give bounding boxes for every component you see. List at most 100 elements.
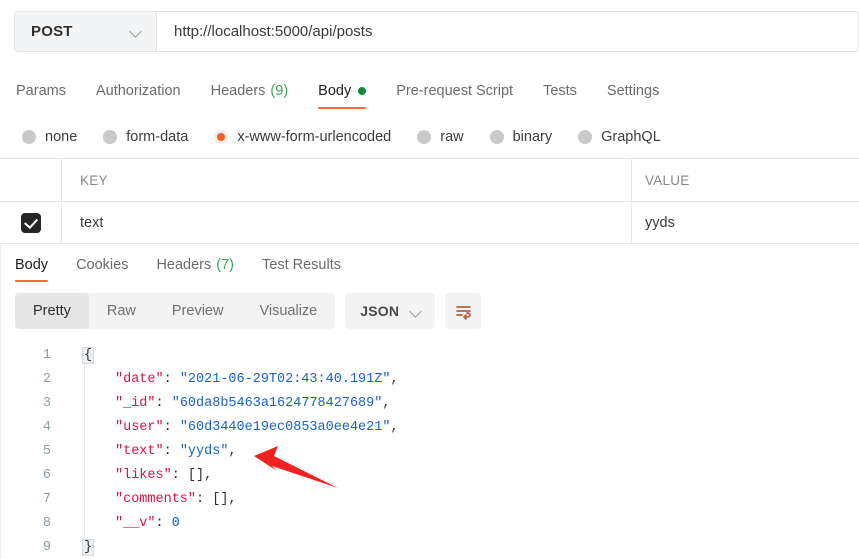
line-number: 2	[42, 371, 51, 387]
body-type-graphql[interactable]: GraphQL	[578, 129, 661, 145]
response-format-label: JSON	[360, 303, 400, 319]
http-method-select[interactable]: POST	[15, 12, 157, 51]
code-line-content: "user": "60d3440e19ec0853a0ee4e21",	[59, 420, 399, 435]
response-view-mode-group: Pretty Raw Preview Visualize	[15, 293, 336, 329]
code-line-content: "likes": [],	[59, 468, 212, 483]
view-mode-pretty[interactable]: Pretty	[15, 293, 89, 329]
response-tabs: Body Cookies Headers (7) Test Results	[1, 245, 859, 285]
code-token: }	[81, 538, 95, 556]
request-url-bar: POST http://localhost:5000/api/posts	[14, 11, 859, 52]
line-number: 3	[42, 395, 51, 411]
code-token: ,	[228, 443, 237, 459]
code-line: 2 "date": "2021-06-29T02:43:40.191Z",	[1, 367, 859, 391]
request-tab-label: Tests	[543, 83, 577, 99]
code-token: ,	[390, 419, 399, 435]
code-token: "60da8b5463a1624778427689"	[171, 395, 383, 411]
code-token: "2021-06-29T02:43:40.191Z"	[179, 371, 391, 387]
response-tab-body[interactable]: Body	[15, 245, 62, 285]
body-type-binary[interactable]: binary	[489, 129, 552, 145]
table-row: text yyds	[0, 202, 859, 244]
code-token: "comments"	[115, 491, 197, 507]
code-token: {	[81, 346, 95, 364]
code-token: "60d3440e19ec0853a0ee4e21"	[179, 419, 391, 435]
code-token: :	[155, 515, 172, 531]
code-token: "likes"	[115, 467, 172, 483]
code-line-content: "date": "2021-06-29T02:43:40.191Z",	[59, 372, 399, 387]
code-token: :	[155, 395, 172, 411]
code-token: "date"	[115, 371, 164, 387]
code-line: 7 "comments": [],	[1, 487, 859, 511]
code-token: "yyds"	[179, 443, 229, 459]
line-number: 7	[42, 491, 51, 507]
row-key-cell[interactable]: text	[62, 202, 632, 243]
form-params-table: KEY VALUE text yyds	[0, 158, 859, 244]
response-format-select[interactable]: JSON	[345, 293, 436, 329]
row-enabled-checkbox[interactable]	[20, 212, 41, 233]
code-line-content: "__v": 0	[59, 516, 180, 531]
response-pane: Body Cookies Headers (7) Test Results Pretty…	[0, 245, 859, 559]
request-tab-settings[interactable]: Settings	[592, 71, 674, 111]
code-token: [],	[187, 467, 213, 483]
code-token: :	[163, 371, 180, 387]
request-tab-pre-request-script[interactable]: Pre-request Script	[381, 71, 528, 111]
code-token: ,	[390, 371, 399, 387]
code-token: 0	[171, 515, 180, 531]
response-tab-label: Cookies	[76, 257, 129, 273]
header-key-cell: KEY	[62, 159, 632, 201]
request-tab-headers[interactable]: Headers (9)	[196, 71, 304, 111]
request-tab-count: (9)	[270, 83, 289, 99]
response-tab-label: Test Results	[262, 257, 341, 273]
body-type-label: none	[45, 129, 78, 145]
view-mode-preview[interactable]: Preview	[154, 293, 242, 329]
code-line-content: {	[59, 346, 95, 364]
body-present-dot-icon	[358, 87, 367, 95]
request-tab-label: Body	[318, 83, 352, 99]
row-value-cell[interactable]: yyds	[632, 202, 859, 243]
request-tab-authorization[interactable]: Authorization	[81, 71, 196, 111]
row-checkbox-cell	[0, 202, 62, 243]
radio-icon	[578, 130, 593, 144]
request-tab-label: Headers	[210, 83, 266, 99]
request-url-input[interactable]: http://localhost:5000/api/posts	[157, 12, 858, 51]
radio-icon	[22, 130, 36, 144]
radio-icon	[417, 130, 432, 144]
code-token: :	[163, 419, 180, 435]
code-token: "user"	[115, 419, 164, 435]
code-line: 5 "text": "yyds",	[1, 439, 859, 463]
radio-icon	[214, 130, 229, 144]
body-type-raw[interactable]: raw	[417, 129, 464, 145]
request-tabs: Params Authorization Headers (9) Body Pre-req…	[0, 71, 859, 111]
request-tab-params[interactable]: Params	[16, 71, 81, 111]
view-mode-raw[interactable]: Raw	[89, 293, 154, 329]
body-type-form-data[interactable]: form-data	[103, 129, 188, 145]
code-line-content: "_id": "60da8b5463a1624778427689",	[59, 396, 390, 411]
body-type-x-www-form-urlencoded[interactable]: x-www-form-urlencoded	[214, 129, 391, 145]
request-tab-body[interactable]: Body	[303, 71, 381, 111]
code-token: [],	[212, 491, 237, 507]
body-type-label: GraphQL	[601, 129, 661, 145]
line-number: 5	[42, 443, 51, 459]
code-token: "_id"	[115, 395, 156, 411]
body-type-label: form-data	[126, 129, 189, 145]
code-line: 4 "user": "60d3440e19ec0853a0ee4e21",	[1, 415, 859, 439]
radio-icon	[103, 130, 118, 144]
request-tab-label: Pre-request Script	[396, 83, 514, 99]
response-body-json[interactable]: 1{2 "date": "2021-06-29T02:43:40.191Z", 3 "…	[1, 343, 859, 559]
body-type-none[interactable]: none	[22, 129, 77, 145]
code-line-content: }	[59, 538, 95, 556]
code-line: 3 "_id": "60da8b5463a1624778427689",	[1, 391, 859, 415]
row-key-text: text	[80, 214, 104, 231]
code-line: 8 "__v": 0	[1, 511, 859, 535]
code-token: :	[196, 491, 213, 507]
response-tab-headers[interactable]: Headers (7)	[142, 245, 248, 285]
response-tab-cookies[interactable]: Cookies	[62, 245, 142, 285]
line-number: 8	[42, 515, 51, 531]
view-mode-visualize[interactable]: Visualize	[241, 293, 335, 329]
response-tab-label: Headers	[156, 257, 212, 273]
code-token: :	[171, 467, 188, 483]
word-wrap-button[interactable]	[445, 293, 482, 329]
column-header-key: KEY	[80, 172, 108, 188]
response-tab-test-results[interactable]: Test Results	[248, 245, 355, 285]
header-checkbox-cell	[0, 159, 62, 201]
request-tab-tests[interactable]: Tests	[528, 71, 592, 111]
